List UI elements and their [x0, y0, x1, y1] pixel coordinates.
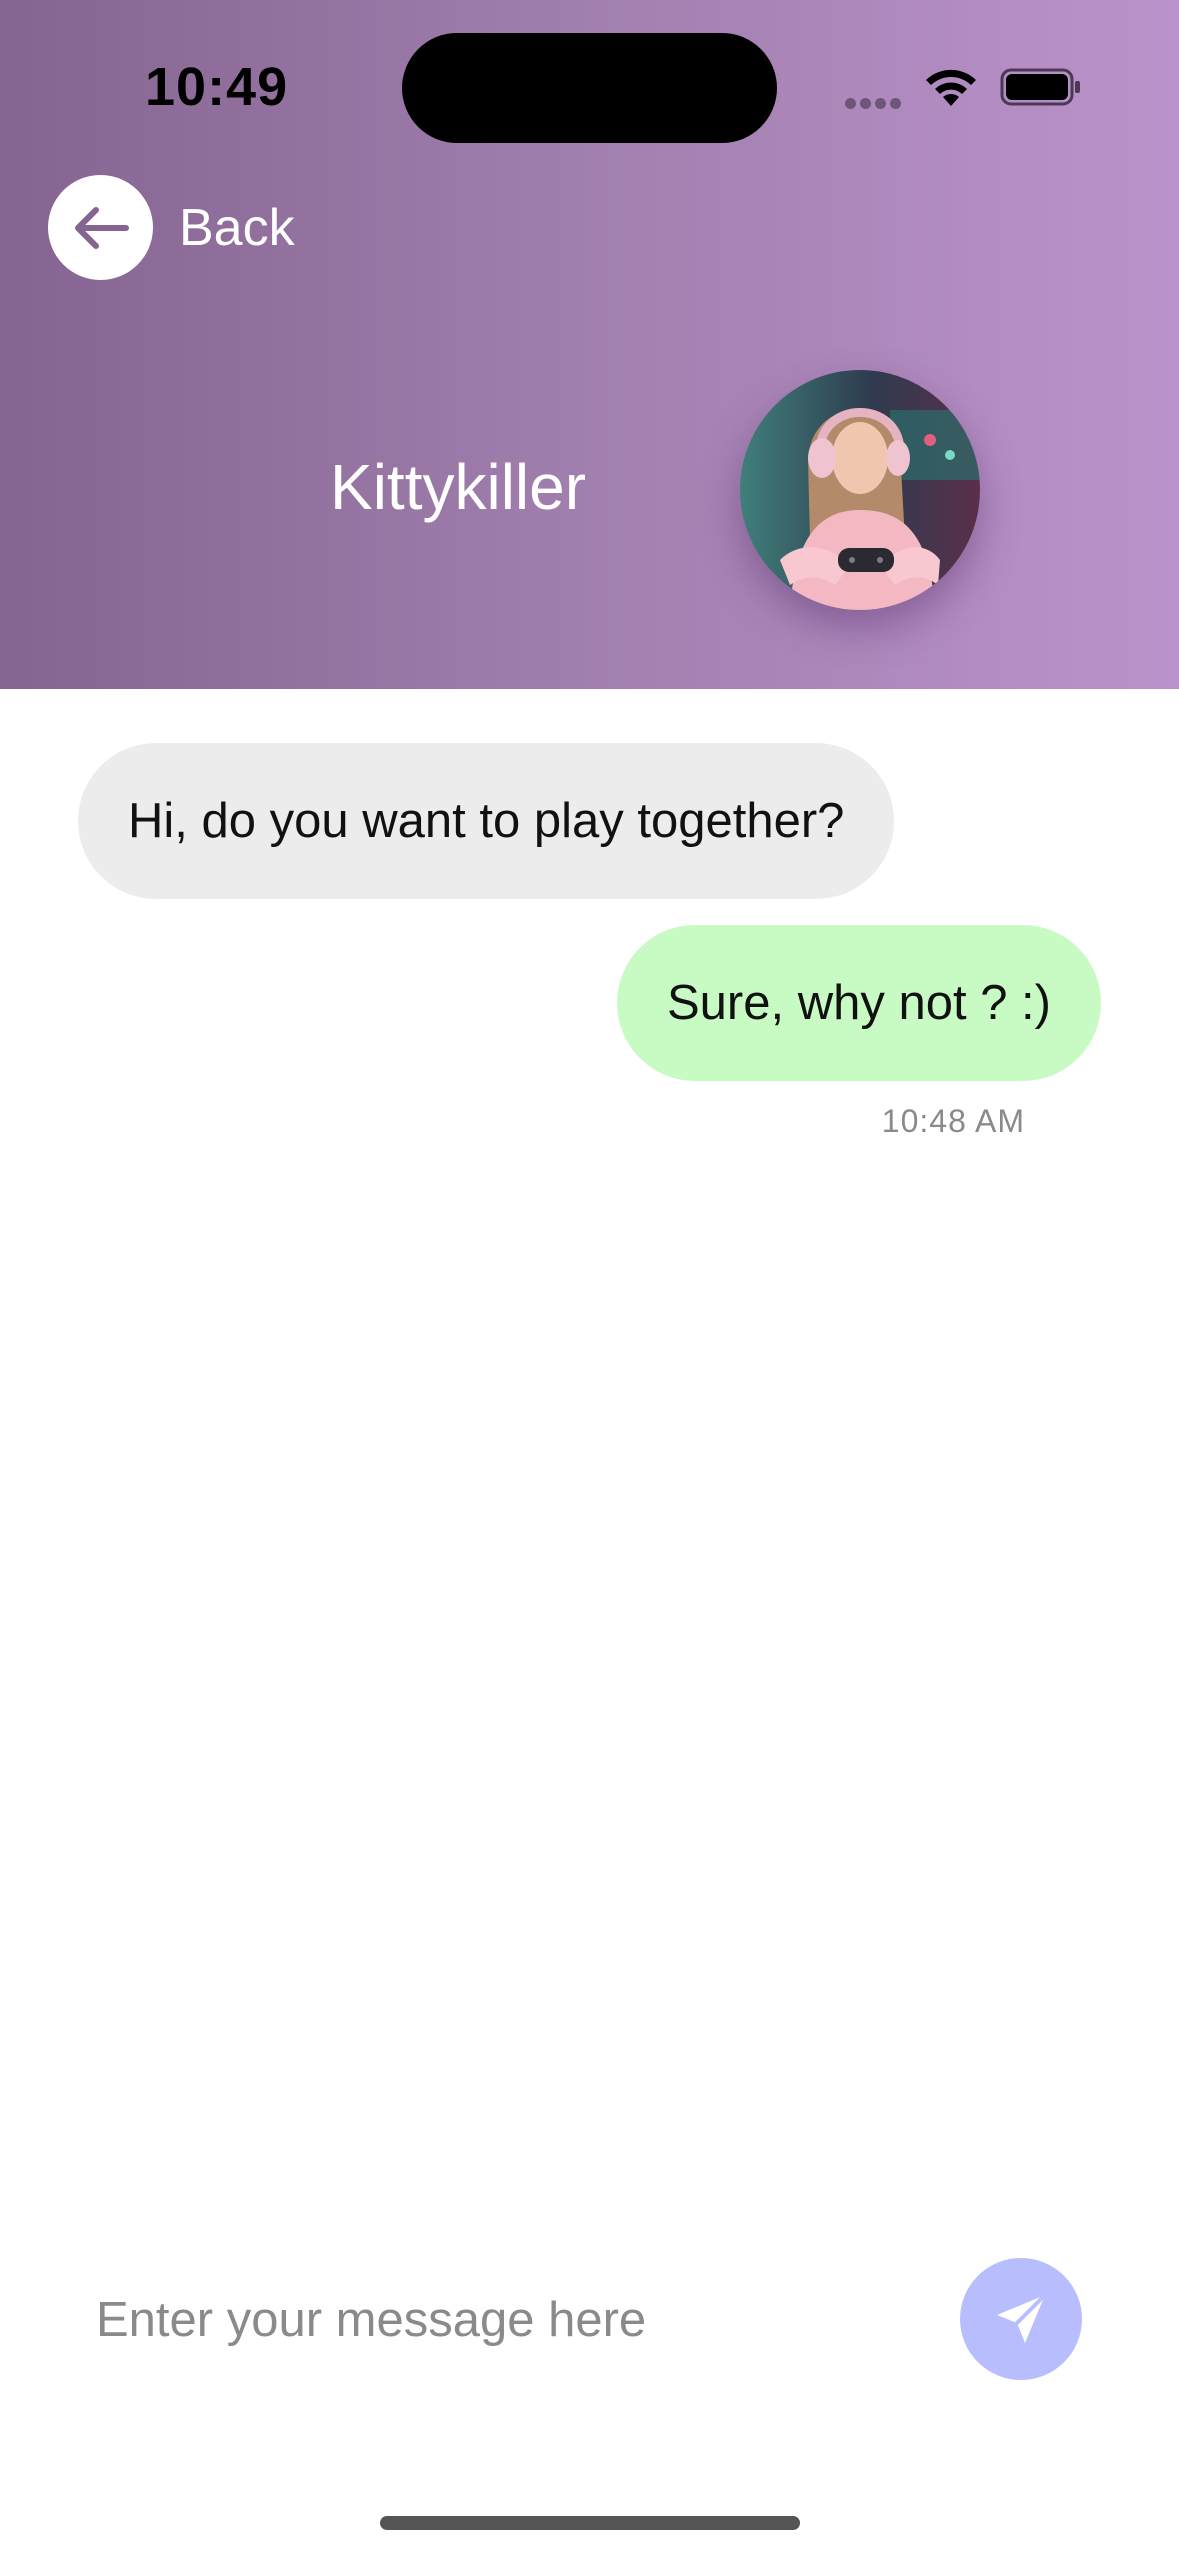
dynamic-island — [402, 33, 777, 143]
arrow-left-icon — [74, 206, 129, 249]
home-indicator[interactable] — [380, 2516, 800, 2530]
wifi-icon — [926, 69, 976, 106]
battery-icon — [1000, 68, 1080, 106]
message-timestamp: 10:48 AM — [881, 1103, 1025, 1139]
gamer-girl-avatar — [740, 370, 980, 610]
contact-name: Kittykiller — [330, 451, 587, 523]
send-button[interactable] — [960, 2258, 1082, 2380]
avatar[interactable] — [740, 370, 980, 610]
chat-header: 10:49 Back Kittykiller — [0, 0, 1179, 689]
chat-screen: 10:49 Back Kittykiller Hi, do you want t… — [0, 0, 1179, 2556]
message-bubble-incoming: Hi, do you want to play together? — [78, 743, 895, 899]
back-label[interactable]: Back — [179, 198, 295, 258]
message-bubble-outgoing: Sure, why not ? :) — [616, 925, 1101, 1081]
message-list: Hi, do you want to play together? Sure, … — [0, 689, 1179, 2189]
cellular-signal-icon — [845, 96, 905, 109]
back-button[interactable]: Back — [48, 175, 295, 280]
back-icon-circle[interactable] — [48, 175, 153, 280]
paper-plane-icon — [997, 2293, 1047, 2343]
message-input[interactable] — [96, 2280, 916, 2360]
status-time: 10:49 — [145, 57, 289, 117]
